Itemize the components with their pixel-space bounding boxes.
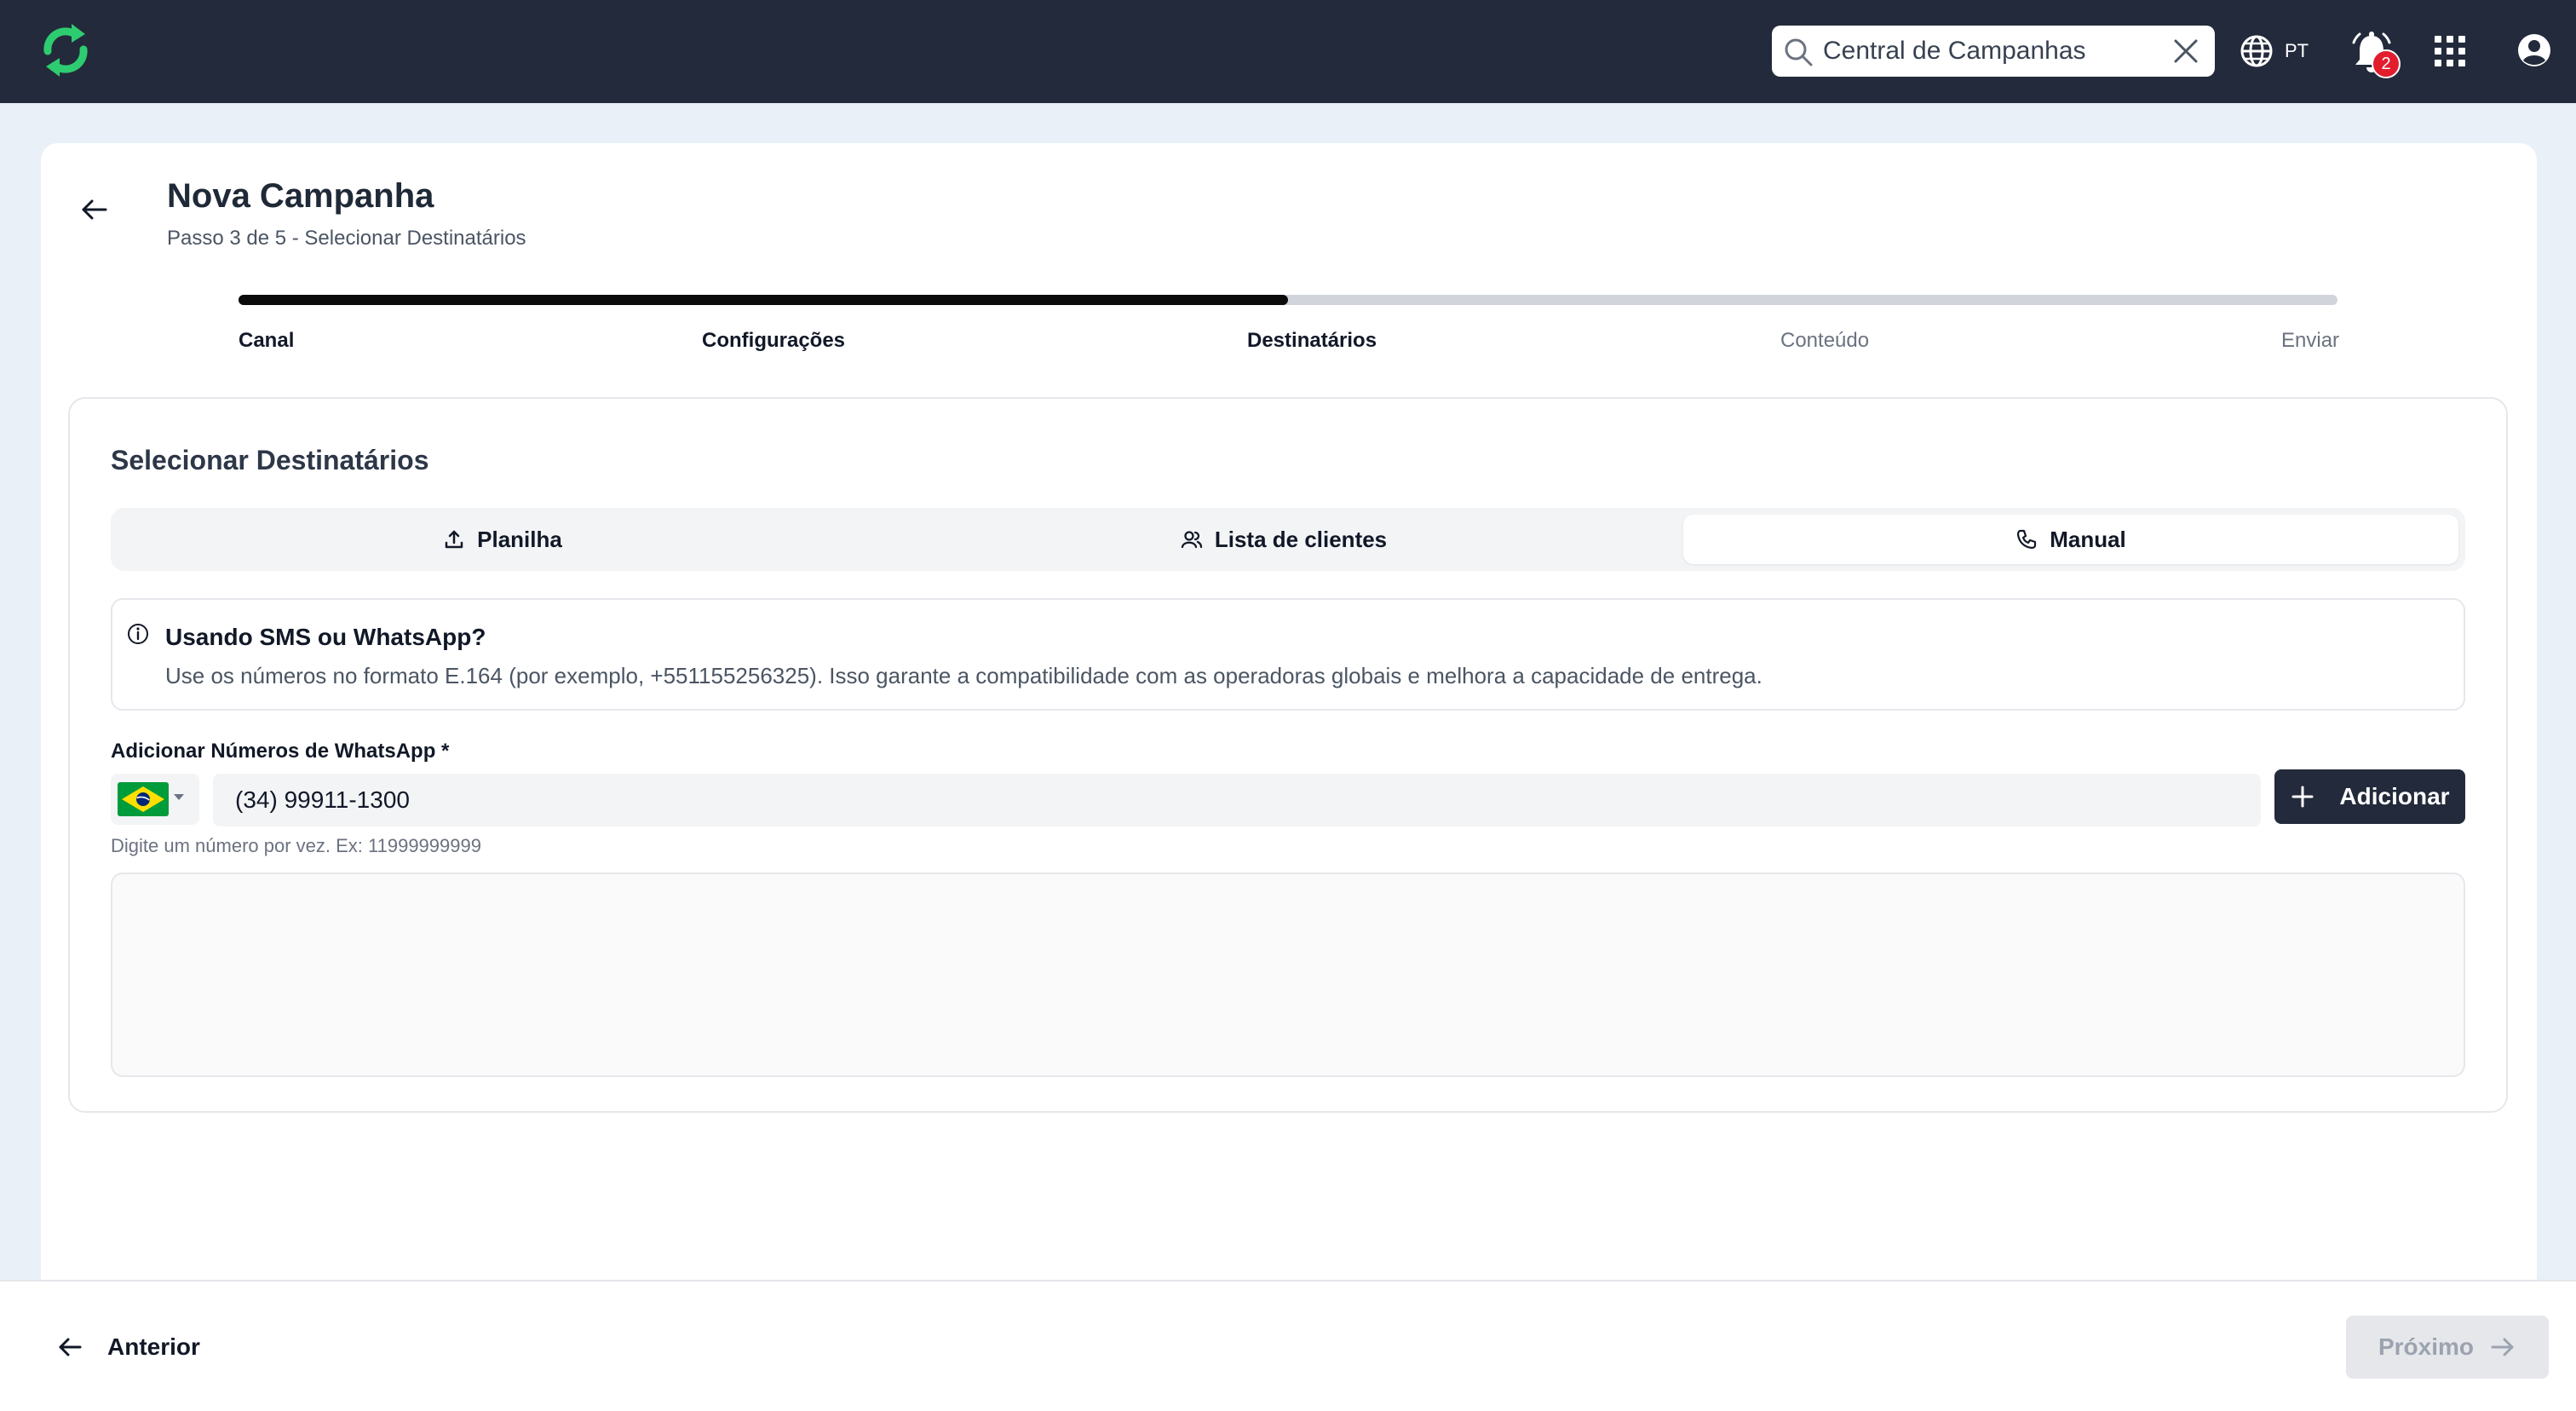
tab-lista-de-clientes[interactable]: Lista de clientes — [894, 515, 1673, 564]
top-bar: Central de Campanhas PT 2 — [0, 0, 2576, 103]
field-hint: Digite um número por vez. Ex: 1199999999… — [111, 835, 481, 856]
next-label: Próximo — [2378, 1333, 2475, 1360]
added-numbers-area[interactable] — [111, 873, 2465, 1077]
language-selector[interactable]: PT — [2239, 32, 2309, 70]
step-enviar: Enviar — [2281, 329, 2340, 352]
alert-body: Use os números no formato E.164 (por exe… — [165, 663, 1762, 688]
arrow-right-icon — [2491, 1338, 2514, 1356]
language-code: PT — [2285, 40, 2309, 61]
previous-label: Anterior — [107, 1333, 200, 1360]
progress-fill — [239, 295, 1288, 305]
apps-grid-icon[interactable] — [2435, 36, 2465, 66]
chevron-down-icon — [174, 794, 184, 800]
search-input[interactable]: Central de Campanhas — [1823, 26, 2086, 77]
page-subtitle: Passo 3 de 5 - Selecionar Destinatários — [167, 227, 526, 250]
tab-lista-label: Lista de clientes — [1214, 526, 1388, 552]
upload-icon — [445, 530, 463, 549]
format-info-alert: Usando SMS ou WhatsApp? Use os números n… — [111, 598, 2465, 711]
tab-planilha[interactable]: Planilha — [118, 515, 888, 564]
phone-number-input[interactable] — [213, 774, 2261, 826]
progress-track — [239, 295, 2337, 305]
page-title: Nova Campanha — [167, 177, 434, 215]
next-button[interactable]: Próximo — [2346, 1316, 2549, 1379]
app-logo-icon[interactable] — [37, 22, 94, 78]
account-icon[interactable] — [2516, 32, 2552, 68]
country-selector[interactable] — [111, 774, 199, 825]
step-conteudo: Conteúdo — [1780, 329, 1870, 352]
whatsapp-numbers-label: Adicionar Números de WhatsApp * — [111, 740, 450, 763]
brazil-flag-icon — [118, 782, 169, 816]
alert-title: Usando SMS ou WhatsApp? — [165, 624, 486, 650]
users-icon — [1181, 531, 1202, 549]
previous-button[interactable]: Anterior — [56, 1329, 200, 1365]
footer-bar — [0, 1280, 2576, 1411]
add-number-button[interactable]: Adicionar — [2274, 769, 2465, 824]
search-box[interactable]: Central de Campanhas — [1772, 26, 2215, 77]
plus-icon — [2291, 786, 2314, 808]
arrow-left-icon — [59, 1338, 82, 1356]
back-arrow-icon[interactable] — [78, 194, 109, 225]
close-icon[interactable] — [2172, 37, 2199, 65]
step-configuracoes: Configurações — [702, 329, 846, 352]
search-icon — [1785, 38, 1813, 66]
step-canal: Canal — [239, 329, 295, 352]
tab-planilha-label: Planilha — [477, 526, 562, 552]
tab-manual[interactable]: Manual — [1683, 515, 2458, 564]
add-number-label: Adicionar — [2339, 783, 2450, 809]
recipient-source-tabs: Planilha Lista de clientes Manual — [111, 508, 2465, 571]
section-title: Selecionar Destinatários — [111, 445, 429, 475]
notification-badge: 2 — [2372, 49, 2401, 78]
step-destinatarios: Destinatários — [1247, 329, 1377, 352]
info-icon — [128, 624, 148, 644]
tab-manual-label: Manual — [2050, 526, 2126, 552]
phone-icon — [2017, 529, 2037, 550]
globe-icon — [2240, 35, 2273, 67]
